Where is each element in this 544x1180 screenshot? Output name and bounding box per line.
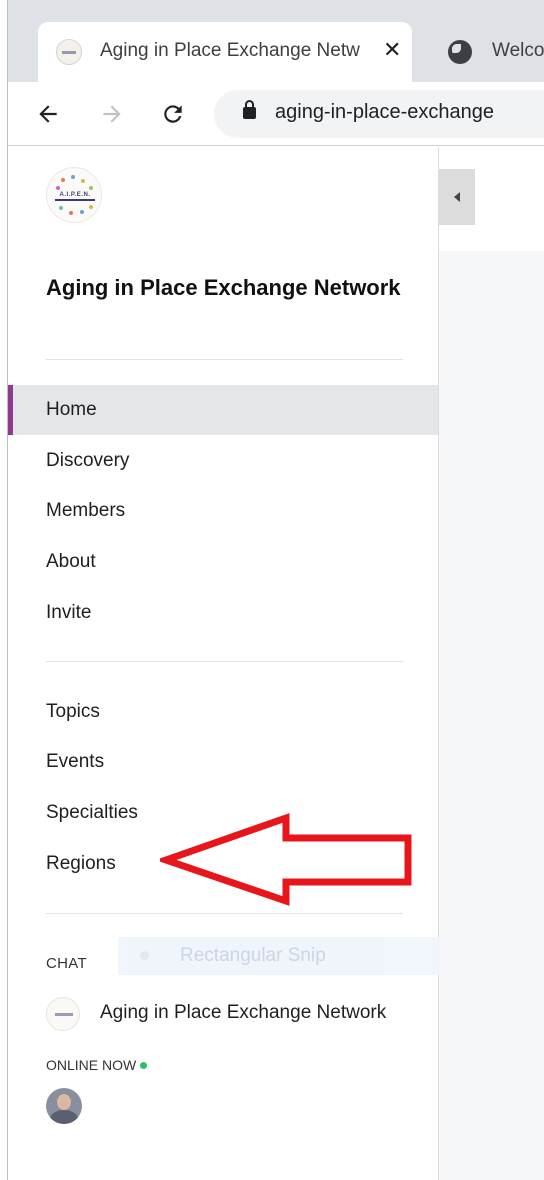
sidebar-item-about[interactable]: About <box>8 537 438 587</box>
arrow-left-icon <box>39 105 57 123</box>
divider <box>46 661 403 662</box>
sidebar-item-events[interactable]: Events <box>8 737 438 787</box>
browser-tab-inactive[interactable]: Welcome <box>448 22 544 82</box>
online-now-heading: ONLINE NOW <box>46 1057 148 1073</box>
chat-item[interactable]: Aging in Place Exchange Network <box>46 995 446 1035</box>
chat-heading: CHAT <box>46 955 87 972</box>
snip-label: Rectangular Snip <box>180 945 326 966</box>
reload-icon <box>164 105 182 123</box>
sidebar-item-label: Regions <box>46 853 116 874</box>
divider <box>46 913 403 914</box>
sidebar-item-label: About <box>46 551 96 572</box>
site-logo[interactable]: A.I.P.E.N. <box>46 167 102 223</box>
site-title: Aging in Place Exchange Network <box>46 275 401 300</box>
sidebar-item-label: Discovery <box>46 450 130 471</box>
sidebar-item-members[interactable]: Members <box>8 486 438 536</box>
annotation-arrow-icon <box>160 813 412 906</box>
browser-tabstrip: Aging in Place Exchange Network ✕ Welcom… <box>8 0 544 82</box>
collapse-sidebar-button[interactable] <box>439 169 475 225</box>
logo-text: A.I.P.E.N. <box>59 192 91 198</box>
online-status-icon <box>140 1061 148 1069</box>
snip-tool-overlay: Rectangular Snip <box>118 937 450 975</box>
sidebar-item-topics[interactable]: Topics <box>8 687 438 737</box>
sidebar-item-invite[interactable]: Invite <box>8 588 438 638</box>
sidebar-item-label: Topics <box>46 701 100 722</box>
sidebar-item-label: Specialties <box>46 802 138 823</box>
back-button[interactable] <box>30 96 66 132</box>
reload-button[interactable] <box>155 96 191 132</box>
tab-title: Aging in Place Exchange Network <box>100 40 360 61</box>
sidebar-item-label: Invite <box>46 602 92 623</box>
sidebar-item-discovery[interactable]: Discovery <box>8 436 438 486</box>
window-edge <box>0 0 8 1180</box>
browser-tab-active[interactable]: Aging in Place Exchange Network ✕ <box>38 22 412 82</box>
lock-icon <box>243 100 256 119</box>
sidebar-item-label: Events <box>46 751 105 772</box>
chat-name: Aging in Place Exchange Network <box>100 1002 387 1023</box>
chat-avatar <box>46 997 80 1031</box>
snip-dot-icon <box>140 951 149 960</box>
community-sidebar: A.I.P.E.N. Aging in Place Exchange Netwo… <box>8 147 450 1180</box>
tab-title-inactive: Welcome <box>492 40 544 61</box>
url-text: aging-in-place-exchange <box>275 101 495 123</box>
globe-icon <box>448 40 472 64</box>
avatar[interactable] <box>46 1088 82 1124</box>
sidebar-item-label: Members <box>46 500 126 521</box>
main-content <box>439 147 544 1180</box>
browser-toolbar: aging-in-place-exchange <box>8 82 544 146</box>
address-bar[interactable]: aging-in-place-exchange <box>214 90 544 138</box>
sidebar-item-label: Home <box>46 399 97 420</box>
chevron-left-icon <box>454 192 460 202</box>
main-header <box>439 147 544 251</box>
forward-button[interactable] <box>94 96 130 132</box>
arrow-right-icon <box>103 105 121 123</box>
online-now-label: ONLINE NOW <box>46 1057 137 1073</box>
sidebar-item-home[interactable]: Home <box>8 385 438 435</box>
close-icon[interactable]: ✕ <box>383 37 401 63</box>
divider <box>46 359 403 360</box>
site-favicon-icon <box>56 39 82 65</box>
